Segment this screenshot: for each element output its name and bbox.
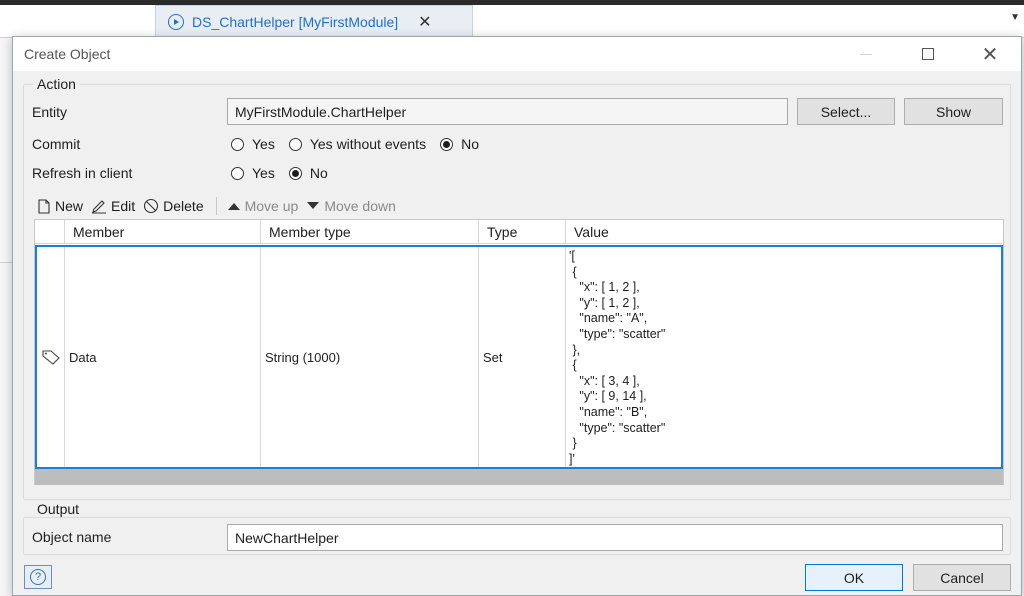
radio-circle-selected: [440, 137, 454, 151]
output-group-label: Output: [33, 501, 84, 517]
delete-button[interactable]: Delete: [143, 198, 204, 214]
document-tab-label: DS_ChartHelper [MyFirstModule]: [192, 13, 399, 30]
select-button[interactable]: Select...: [797, 98, 895, 125]
object-name-field[interactable]: NewChartHelper: [227, 524, 1003, 551]
radio-label: No: [309, 165, 328, 181]
entity-field[interactable]: MyFirstModule.ChartHelper: [227, 98, 788, 125]
radio-label: No: [461, 136, 479, 152]
refresh-radio-group: Yes No: [231, 165, 342, 181]
value-cell: '[ { "x": [ 1, 2 ], "y": [ 1, 2 ], "name…: [566, 247, 1001, 467]
create-object-dialog: Create Object ✕ Action Entity MyFirstMod…: [12, 36, 1022, 596]
triangle-down-icon: [307, 202, 320, 209]
radio-label: Yes without events: [309, 136, 427, 152]
delete-label: Delete: [163, 198, 204, 214]
radio-circle: [231, 137, 244, 151]
help-button[interactable]: ?: [24, 565, 52, 589]
radio-circle-selected: [288, 166, 302, 180]
commit-label: Commit: [32, 136, 81, 152]
maximize-button[interactable]: [897, 37, 959, 71]
entity-label: Entity: [32, 104, 68, 120]
commit-no-radio[interactable]: No: [440, 136, 479, 152]
type-cell: Set: [479, 247, 566, 467]
column-header-member[interactable]: Member: [65, 220, 261, 244]
new-button[interactable]: New: [37, 198, 83, 214]
member-toolbar: New Edit Delete Move up Move down: [37, 195, 404, 217]
new-document-icon: [38, 198, 50, 214]
minimize-icon: [860, 53, 872, 55]
horizontal-scrollbar[interactable]: [35, 469, 1003, 485]
pencil-icon: [92, 199, 107, 214]
cancel-button[interactable]: Cancel: [913, 564, 1011, 591]
radio-circle: [231, 166, 244, 180]
radio-circle: [288, 137, 302, 151]
refresh-yes-radio[interactable]: Yes: [231, 165, 275, 181]
commit-yes-radio[interactable]: Yes: [231, 136, 275, 152]
move-down-button[interactable]: Move down: [306, 198, 396, 214]
column-header-member-type[interactable]: Member type: [261, 220, 479, 244]
value-text: '[ { "x": [ 1, 2 ], "y": [ 1, 2 ], "name…: [569, 249, 666, 466]
dialog-title: Create Object: [24, 46, 111, 62]
radio-label: Yes: [252, 136, 275, 152]
ok-button[interactable]: OK: [805, 564, 903, 591]
edit-label: Edit: [111, 198, 136, 214]
table-row[interactable]: Data String (1000) Set '[ { "x": [ 1, 2 …: [35, 245, 1003, 469]
column-header-type[interactable]: Type: [479, 220, 566, 244]
close-button[interactable]: ✕: [959, 37, 1021, 71]
toolbar-separator: [215, 197, 217, 215]
new-label: New: [55, 198, 84, 214]
microflow-icon: [168, 13, 184, 30]
entity-value: MyFirstModule.ChartHelper: [235, 103, 407, 120]
tag-icon: [37, 247, 65, 467]
commit-yes-without-events-radio[interactable]: Yes without events: [288, 136, 427, 152]
members-grid: Member Member type Type Value Data Strin…: [34, 219, 1004, 485]
column-header-value[interactable]: Value: [566, 220, 1003, 244]
radio-label: Yes: [252, 165, 275, 181]
triangle-up-icon: [227, 203, 240, 210]
edit-button[interactable]: Edit: [91, 198, 135, 214]
dialog-titlebar: Create Object ✕: [13, 37, 1021, 71]
show-button[interactable]: Show: [904, 98, 1003, 125]
grid-header: Member Member type Type Value: [35, 220, 1003, 244]
move-up-button[interactable]: Move up: [227, 198, 299, 214]
maximize-icon: [922, 48, 934, 60]
refresh-no-radio[interactable]: No: [288, 165, 328, 181]
member-type-cell: String (1000): [261, 247, 479, 467]
ide-left-panel: [0, 38, 12, 596]
commit-radio-group: Yes Yes without events No: [231, 136, 493, 152]
ide-top-edge: [0, 0, 1024, 5]
chevron-down-icon[interactable]: ▼: [1010, 12, 1020, 23]
close-icon[interactable]: ✕: [418, 12, 431, 32]
document-tab[interactable]: DS_ChartHelper [MyFirstModule] ✕: [155, 5, 473, 37]
ide-tab-strip: DS_ChartHelper [MyFirstModule] ✕ ▼: [0, 0, 1024, 38]
object-name-value: NewChartHelper: [235, 529, 339, 546]
delete-icon: [144, 198, 159, 214]
member-cell: Data: [65, 247, 261, 467]
refresh-label: Refresh in client: [32, 165, 133, 181]
row-icon-column-header: [35, 220, 65, 244]
move-down-label: Move down: [324, 198, 396, 214]
object-name-label: Object name: [32, 529, 112, 545]
action-group-label: Action: [33, 76, 80, 92]
move-up-label: Move up: [244, 198, 299, 214]
minimize-button[interactable]: [835, 37, 897, 71]
help-icon: ?: [30, 569, 46, 585]
ide-divider: [0, 262, 12, 263]
